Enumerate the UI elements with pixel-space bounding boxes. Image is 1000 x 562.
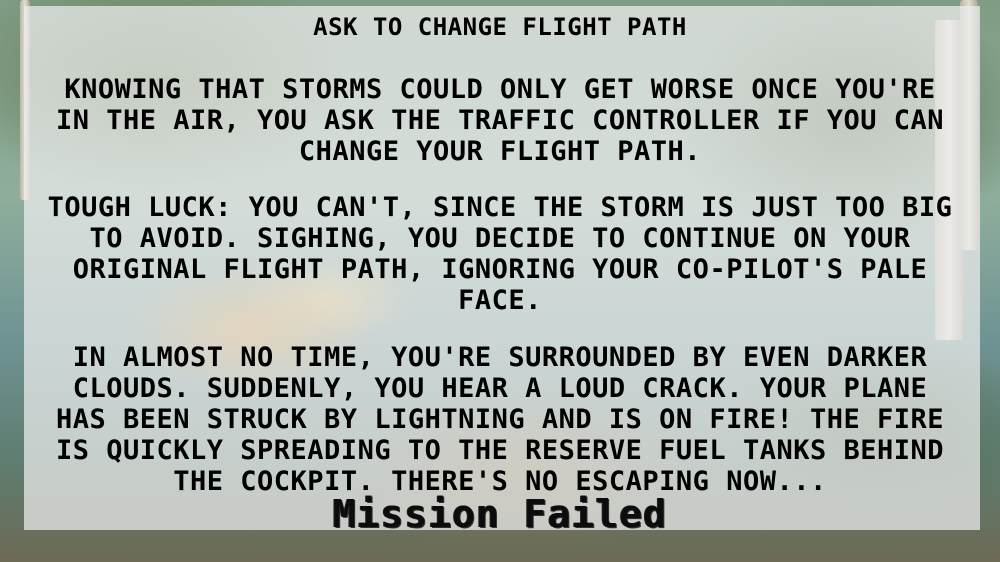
mission-result: Mission Failed [332, 492, 668, 536]
story-paragraph: Knowing that storms could only get worse… [55, 74, 945, 167]
scene-title: Ask to change flight path [313, 13, 687, 41]
story-paragraph: In almost no time, you're surrounded by … [55, 342, 945, 497]
story-paragraph: Tough luck: you can't, since the storm i… [47, 192, 953, 316]
